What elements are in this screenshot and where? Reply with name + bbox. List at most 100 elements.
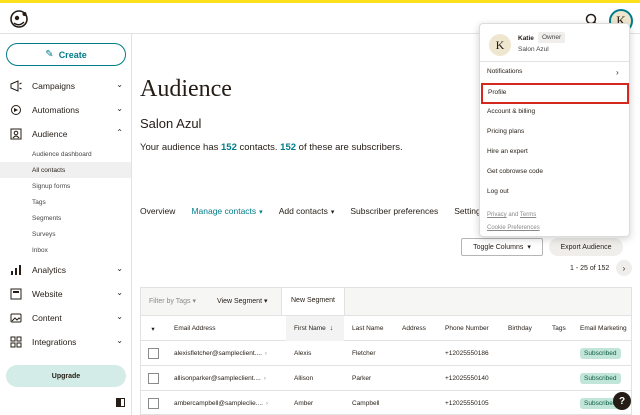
sidebar-item-label: Automations (32, 105, 80, 115)
menu-item-cobrowse[interactable]: Get cobrowse code (487, 168, 543, 175)
summary-text: of these are subscribers. (296, 142, 403, 153)
toggle-columns-label: Toggle Columns (473, 243, 524, 251)
first-name-cell: Alexis (294, 350, 312, 357)
pencil-icon: ✎ (45, 49, 54, 60)
sidebar-item-website[interactable]: Website ⌄ (0, 282, 131, 306)
audience-summary: Your audience has 152 contacts. 152 of t… (140, 142, 403, 153)
sidebar: ✎ Create Campaigns ⌄ Automations ⌄ Audie… (0, 34, 132, 415)
toggle-columns-button[interactable]: Toggle Columns ▾ (461, 238, 543, 256)
email-value: allisonparker@sampleclient.... (174, 375, 261, 382)
phone-cell: +12025550186 (445, 350, 489, 357)
tab-manage-contacts[interactable]: Manage contacts ▾ (191, 206, 262, 224)
legal-links: Privacy and Terms Cookie Preferences (487, 209, 540, 235)
sidebar-subitem-inbox[interactable]: Inbox (0, 242, 131, 258)
sidebar-item-automations[interactable]: Automations ⌄ (0, 98, 131, 122)
table-row[interactable]: ambercampbell@sampleclie.... › Amber Camp… (141, 391, 631, 414)
column-header-birthday[interactable]: Birthday (500, 316, 544, 341)
view-segment-dropdown[interactable]: View Segment ▾ (217, 297, 267, 305)
last-name-cell: Parker (352, 375, 372, 382)
terms-link[interactable]: Terms (520, 212, 536, 218)
phone-cell: +12025550140 (445, 375, 489, 382)
tab-overview[interactable]: Overview (140, 206, 175, 224)
sidebar-subitem-tags[interactable]: Tags (0, 194, 131, 210)
menu-item-profile[interactable]: Profile (481, 83, 629, 104)
menu-item-account-billing[interactable]: Account & billing (487, 108, 535, 115)
row-checkbox[interactable] (147, 348, 159, 359)
sidebar-subitem-all-contacts[interactable]: All contacts (0, 162, 131, 178)
sidebar-subitem-segments[interactable]: Segments (0, 210, 131, 226)
next-page-button[interactable]: › (616, 260, 632, 276)
table-row[interactable]: alexisfletcher@sampleclient.... › Alexis … (141, 341, 631, 366)
sidebar-item-integrations[interactable]: Integrations ⌄ (0, 330, 131, 354)
menu-item-log-out[interactable]: Log out (487, 188, 509, 195)
account-org: Salon Azul (518, 46, 549, 53)
avatar: K (489, 34, 511, 56)
table-row[interactable]: allisonparker@sampleclient.... › Allison … (141, 366, 631, 391)
email-value: alexisfletcher@sampleclient.... (174, 350, 262, 357)
summary-text: contacts. (236, 142, 281, 153)
chevron-down-icon: ▾ (330, 209, 335, 216)
integrations-icon (10, 336, 22, 348)
mailchimp-logo-icon[interactable] (9, 9, 29, 29)
sidebar-item-analytics[interactable]: Analytics ⌄ (0, 258, 131, 282)
column-header-last-name[interactable]: Last Name (344, 316, 394, 341)
automations-icon (11, 105, 21, 115)
privacy-link[interactable]: Privacy (487, 212, 507, 218)
audience-name: Salon Azul (140, 116, 202, 131)
filter-label: View Segment (217, 298, 263, 305)
menu-item-hire-expert[interactable]: Hire an expert (487, 148, 528, 155)
contacts-table: ▾ Email Address First Name ↓ Last Name Ad… (140, 315, 632, 415)
column-label: First Name (294, 325, 326, 332)
sidebar-subitem-audience-dashboard[interactable]: Audience dashboard (0, 146, 131, 162)
column-header-email[interactable]: Email Address (166, 316, 284, 341)
audience-icon (10, 128, 22, 140)
chevron-up-icon: ⌃ (116, 128, 123, 137)
campaigns-icon (10, 80, 22, 92)
column-header-phone[interactable]: Phone Number (437, 316, 500, 341)
upgrade-button[interactable]: Upgrade (6, 365, 126, 387)
email-cell[interactable]: alexisfletcher@sampleclient.... › (166, 341, 284, 366)
sidebar-item-label: Content (32, 313, 62, 323)
sort-arrow-icon: ↓ (329, 325, 334, 332)
email-cell[interactable]: ambercampbell@sampleclie.... › (166, 391, 284, 414)
sidebar-item-label: Audience (32, 129, 68, 139)
column-header-address[interactable]: Address (394, 316, 437, 341)
subscribers-count: 152 (280, 142, 297, 153)
phone-cell: +12025550105 (445, 400, 489, 407)
last-name-cell: Fletcher (352, 350, 376, 357)
create-button[interactable]: ✎ Create (6, 43, 126, 66)
sidebar-item-campaigns[interactable]: Campaigns ⌄ (0, 74, 131, 98)
sidebar-subitem-signup-forms[interactable]: Signup forms (0, 178, 131, 194)
first-name-cell: Allison (294, 375, 314, 382)
row-checkbox[interactable] (147, 373, 159, 384)
select-all-dropdown[interactable]: ▾ (141, 316, 165, 341)
help-button[interactable]: ? (613, 392, 631, 410)
tab-subscriber-preferences[interactable]: Subscriber preferences (350, 206, 438, 224)
page-title: Audience (140, 76, 232, 102)
column-header-first-name[interactable]: First Name ↓ (286, 316, 344, 341)
filter-by-tags-dropdown[interactable]: Filter by Tags ▾ (149, 297, 196, 305)
cookie-preferences-link[interactable]: Cookie Preferences (487, 225, 540, 231)
sidebar-subitem-surveys[interactable]: Surveys (0, 226, 131, 242)
sidebar-item-label: Analytics (32, 265, 67, 275)
sidebar-item-label: Campaigns (32, 81, 75, 91)
email-cell[interactable]: allisonparker@sampleclient.... › (166, 366, 284, 391)
email-value: ambercampbell@sampleclie.... (174, 400, 263, 407)
status-cell: Subscribed (572, 341, 631, 366)
table-header-row: ▾ Email Address First Name ↓ Last Name Ad… (141, 316, 631, 341)
tab-label: Add contacts (278, 206, 328, 216)
sidebar-item-audience[interactable]: Audience ⌃ (0, 122, 131, 146)
chevron-down-icon: ⌄ (116, 336, 123, 345)
row-checkbox[interactable] (147, 398, 159, 409)
menu-item-notifications[interactable]: Notifications (487, 68, 522, 75)
tab-add-contacts[interactable]: Add contacts ▾ (279, 206, 335, 224)
column-header-tags[interactable]: Tags (544, 316, 572, 341)
column-header-email-marketing[interactable]: Email Marketing (572, 316, 631, 341)
sidebar-nav: Campaigns ⌄ Automations ⌄ Audience ⌃ Aud… (0, 74, 131, 354)
new-segment-button[interactable]: New Segment (281, 288, 345, 316)
export-audience-button[interactable]: Export Audience (549, 238, 623, 256)
sidebar-item-content[interactable]: Content ⌄ (0, 306, 131, 330)
menu-item-pricing-plans[interactable]: Pricing plans (487, 128, 524, 135)
row-checkbox-cell (141, 391, 165, 414)
collapse-sidebar-icon[interactable] (116, 398, 125, 407)
